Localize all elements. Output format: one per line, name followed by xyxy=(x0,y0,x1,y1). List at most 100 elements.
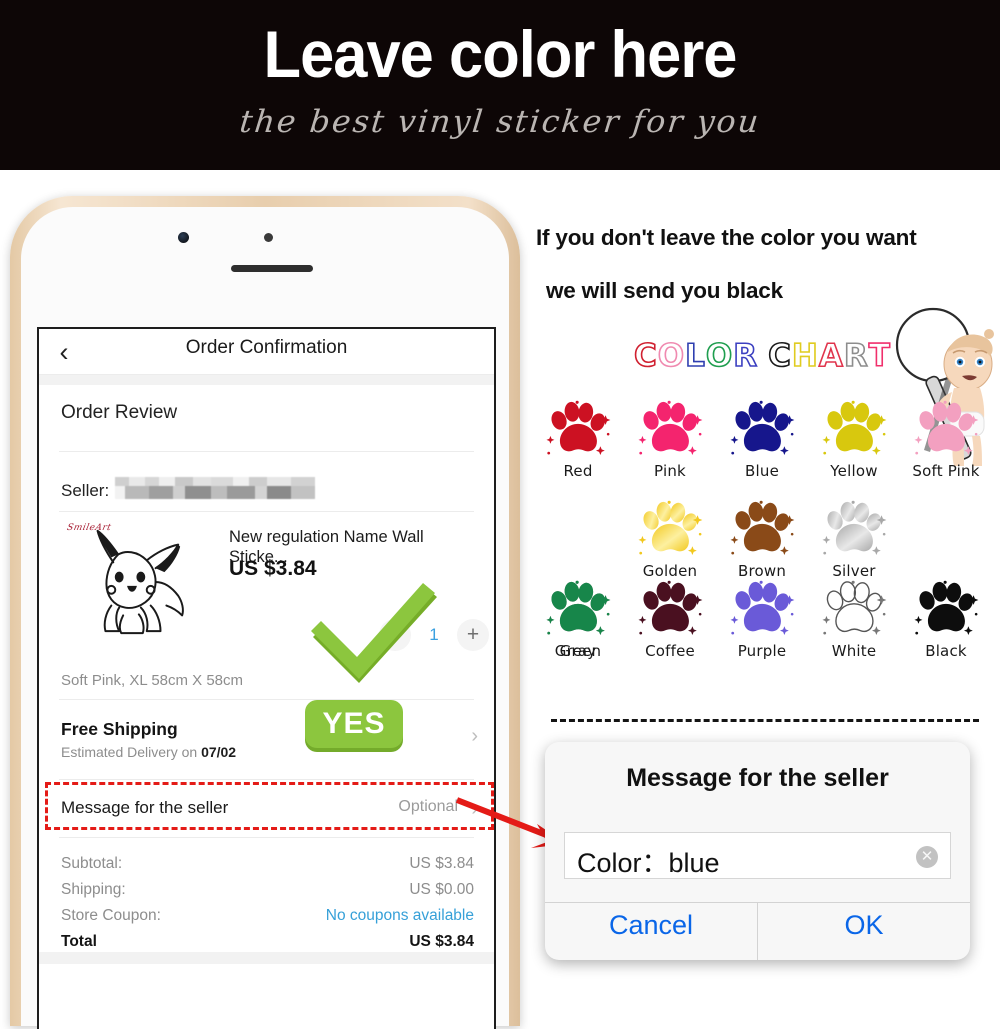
green-checkmark-icon xyxy=(311,583,437,683)
color-chart-letter: H xyxy=(791,337,819,374)
color-swatch-label: Purple xyxy=(737,642,787,660)
header-banner: Leave color here the best vinyl sticker … xyxy=(0,0,1000,170)
paw-print-icon xyxy=(638,500,703,556)
quantity-increase-button[interactable]: + xyxy=(457,619,489,651)
shipping-chevron-right-icon[interactable]: › xyxy=(471,725,478,748)
order-confirmation-screen: ‹ Order Confirmation Order Review Seller… xyxy=(37,327,496,1029)
yes-badge: YES xyxy=(305,700,403,748)
color-swatch-pink: Pink xyxy=(624,398,716,480)
page-title: Order Confirmation xyxy=(185,337,348,358)
shipping-title: Free Shipping xyxy=(61,719,178,739)
color-swatch-silver: Silver xyxy=(808,498,900,580)
proximity-sensor-icon xyxy=(264,233,273,242)
color-chart-letter: C xyxy=(767,337,792,374)
note-line-1: If you don't leave the color you want xyxy=(536,225,917,250)
paw-print-icon xyxy=(638,580,703,636)
color-chart-letter: C xyxy=(633,337,658,374)
color-chart-letter: R xyxy=(843,337,869,374)
color-swatch-label: Pink xyxy=(654,462,686,480)
seller-name-blurred xyxy=(115,477,316,499)
paw-print-icon xyxy=(546,400,611,456)
paw-print-icon xyxy=(546,580,611,636)
shipping-cost-value: US $0.00 xyxy=(409,881,474,898)
paw-print-icon xyxy=(638,400,703,456)
nav-divider xyxy=(39,375,494,385)
subtotal-label: Subtotal: xyxy=(61,855,123,872)
ok-button[interactable]: OK xyxy=(758,910,970,941)
page-root: Leave color here the best vinyl sticker … xyxy=(0,0,1000,1029)
paw-print-icon xyxy=(730,500,795,556)
rule-5 xyxy=(59,837,474,838)
clear-circle-icon[interactable]: ✕ xyxy=(916,846,938,868)
nav-bar: ‹ Order Confirmation xyxy=(39,329,494,375)
color-swatch-label: White xyxy=(831,642,877,660)
rule-1 xyxy=(59,451,474,452)
note-line-2: we will send you black xyxy=(546,278,783,303)
total-value: US $3.84 xyxy=(409,933,474,950)
total-label: Total xyxy=(61,933,97,950)
rule-3 xyxy=(59,699,474,700)
color-chart-letter: T xyxy=(868,337,891,374)
color-swatch-label: Blue xyxy=(745,462,779,480)
rule-2 xyxy=(59,511,474,512)
color-swatch-brown: Brown xyxy=(716,498,808,580)
color-swatch-label: Coffee xyxy=(645,642,695,660)
color-swatch-label: Soft Pink xyxy=(912,462,980,480)
section-divider xyxy=(551,719,979,722)
color-swatch-golden: Golden xyxy=(624,498,716,580)
paw-print-icon xyxy=(730,580,795,636)
front-camera-icon xyxy=(178,232,189,243)
color-chart-letter: R xyxy=(732,337,759,374)
color-chart-letter: A xyxy=(818,337,844,374)
shipping-cost-label: Shipping: xyxy=(61,881,126,898)
paw-print-icon xyxy=(822,400,887,456)
paw-print-icon xyxy=(822,500,887,556)
message-seller-dialog: Message for the seller Color：blue ✕ Canc… xyxy=(545,742,970,960)
color-chart-letter: L xyxy=(684,337,706,374)
color-swatch-red: Red xyxy=(532,398,624,480)
product-variant: Soft Pink, XL 58cm X 58cm xyxy=(61,672,244,689)
color-chart-letter: O xyxy=(705,337,734,374)
store-coupon-value[interactable]: No coupons available xyxy=(326,907,474,925)
shipping-estimate: Estimated Delivery on 07/02 xyxy=(61,744,236,760)
shipping-estimate-date: 07/02 xyxy=(201,744,237,760)
paw-print-icon xyxy=(822,580,887,636)
store-coupon-label: Store Coupon: xyxy=(61,907,161,924)
color-swatch-coffee: Coffee xyxy=(624,578,716,660)
color-swatch-label: Yellow xyxy=(830,462,878,480)
shipping-estimate-prefix: Estimated Delivery on xyxy=(61,744,198,760)
color-chart-letter: O xyxy=(657,337,686,374)
product-price: US $3.84 xyxy=(229,557,317,580)
color-swatch-green: Green xyxy=(532,578,624,660)
message-input-value: Color：blue xyxy=(577,848,720,878)
color-swatch-soft-pink: Soft Pink xyxy=(900,398,992,480)
dialog-title: Message for the seller xyxy=(626,764,889,792)
banner-title: Leave color here xyxy=(263,17,738,91)
cancel-button[interactable]: Cancel xyxy=(545,910,757,941)
color-swatch-label: Black xyxy=(925,642,967,660)
earpiece-speaker xyxy=(231,265,313,272)
color-chart-title: COLORCHART xyxy=(633,336,891,376)
paw-print-icon xyxy=(914,400,979,456)
screen-footer-gap xyxy=(39,952,494,964)
seller-label: Seller: xyxy=(61,481,110,500)
section-title-order-review: Order Review xyxy=(61,402,178,423)
color-swatch-yellow: Yellow xyxy=(808,398,900,480)
color-swatch-label: Green xyxy=(554,642,602,660)
banner-subtitle: the best vinyl sticker for you xyxy=(237,104,763,140)
color-swatch-white: White xyxy=(808,578,900,660)
color-chart-grid: Red Pink Blue Yellow Soft Pink Golden Br… xyxy=(532,398,1000,673)
highlight-box-message-row xyxy=(45,782,494,830)
rule-4 xyxy=(59,779,474,780)
paw-print-icon xyxy=(730,400,795,456)
message-input[interactable]: Color：blue ✕ xyxy=(564,832,951,879)
color-swatch-purple: Purple xyxy=(716,578,808,660)
seller-row: Seller: xyxy=(61,477,316,501)
color-swatch-blue: Blue xyxy=(716,398,808,480)
nav-bottom-rule xyxy=(39,374,494,375)
product-thumbnail[interactable]: SmileArt xyxy=(61,521,201,653)
thumbnail-watermark: SmileArt xyxy=(65,523,113,533)
paw-print-icon xyxy=(914,580,979,636)
color-swatch-label: Red xyxy=(563,462,593,480)
color-swatch-black: Black xyxy=(900,578,992,660)
